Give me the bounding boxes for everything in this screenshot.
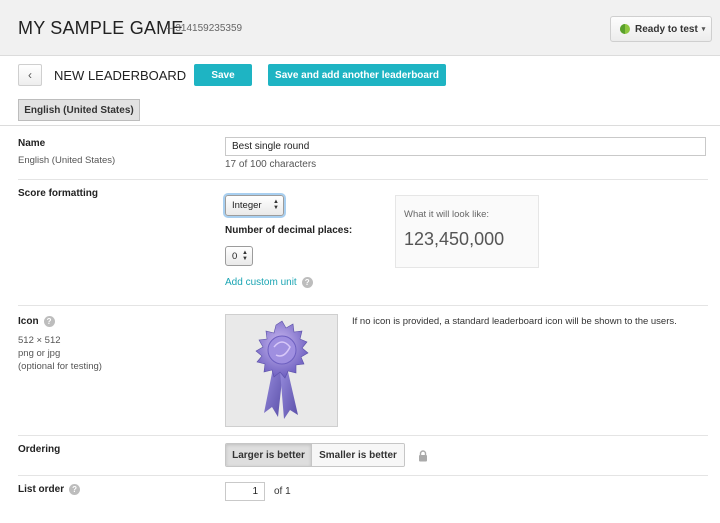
ordering-label: Ordering [18, 444, 60, 455]
help-icon[interactable]: ? [43, 316, 55, 327]
decimal-places-value: 0 [232, 250, 238, 262]
chevron-down-icon: ▾ [701, 26, 706, 33]
status-dropdown-button[interactable]: Ready to test ▾ [610, 16, 712, 42]
divider [0, 125, 720, 126]
save-and-add-button[interactable]: Save and add another leaderboard [268, 64, 446, 86]
tab-language[interactable]: English (United States) [18, 99, 140, 121]
ordering-toggle: Larger is better Smaller is better [225, 443, 405, 467]
save-button[interactable]: Save [194, 64, 252, 86]
ordering-larger-button[interactable]: Larger is better [226, 444, 312, 466]
add-custom-unit-link[interactable]: Add custom unit ? [225, 277, 313, 288]
score-format-value: Integer [232, 200, 262, 211]
name-sublabel: English (United States) [18, 155, 116, 166]
preview-value: 123,450,000 [404, 229, 505, 249]
name-label-text: Name [18, 138, 46, 149]
icon-formats: png or jpg [18, 348, 61, 359]
app-id: – 314159235359 [167, 23, 243, 34]
divider [18, 435, 708, 436]
ordering-label-text: Ordering [18, 444, 61, 455]
preview-label: What it will look like: [404, 209, 489, 220]
icon-upload-box[interactable] [225, 314, 338, 427]
char-count: 17 of 100 characters [225, 159, 317, 170]
status-indicator-icon [620, 24, 630, 34]
divider [18, 179, 708, 180]
score-preview-box: What it will look like: 123,450,000 [395, 195, 539, 268]
divider [18, 305, 708, 306]
icon-info-text: If no icon is provided, a standard leade… [352, 316, 677, 327]
list-order-label: List order ? [18, 484, 81, 495]
top-bar: MY SAMPLE GAME – 314159235359 Ready to t… [0, 0, 720, 56]
decimal-places-select[interactable]: 0 ▲ ▼ [225, 246, 253, 266]
decimal-places-label: Number of decimal places: [225, 225, 353, 236]
page-title: NEW LEADERBOARD [54, 68, 187, 83]
score-formatting-label-text: Score formatting [18, 188, 99, 199]
status-label: Ready to test [635, 23, 698, 35]
score-format-select[interactable]: Integer ▲ ▼ [225, 195, 284, 216]
divider [18, 475, 708, 476]
ordering-smaller-button[interactable]: Smaller is better [312, 444, 404, 466]
chevron-left-icon: ‹ [28, 68, 32, 82]
list-order-total: of 1 [274, 486, 291, 497]
add-custom-unit-text: Add custom unit [225, 277, 297, 288]
lock-icon [419, 450, 427, 462]
updown-arrows-icon: ▲ ▼ [273, 199, 279, 211]
icon-label: Icon ? [18, 316, 55, 327]
icon-size: 512 × 512 [18, 335, 61, 346]
updown-arrows-icon: ▲ ▼ [242, 250, 248, 262]
help-icon[interactable]: ? [69, 484, 81, 495]
list-order-label-text: List order [18, 484, 65, 495]
award-ribbon-icon [255, 320, 309, 419]
icon-label-text: Icon [18, 316, 39, 327]
score-formatting-label: Score formatting [18, 188, 98, 199]
icon-optional-note: (optional for testing) [18, 361, 102, 372]
app-title: MY SAMPLE GAME [18, 18, 184, 38]
back-button[interactable]: ‹ [18, 64, 42, 86]
name-input[interactable]: Best single round [225, 137, 706, 156]
list-order-input[interactable]: 1 [225, 482, 265, 501]
name-label: Name [18, 138, 45, 149]
help-icon[interactable]: ? [301, 277, 313, 288]
